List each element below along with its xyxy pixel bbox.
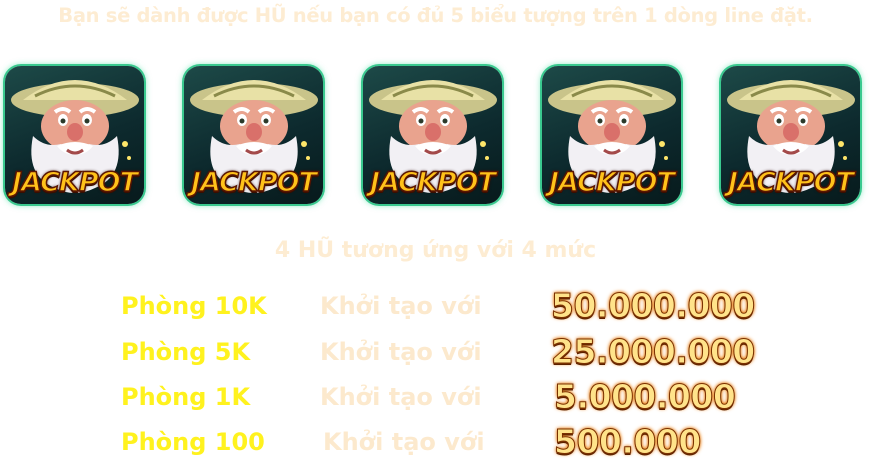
jackpot-label: JACKPOT [727,166,855,199]
intro-text: Bạn sẽ dành được HŨ nếu bạn có đủ 5 biểu… [58,4,813,27]
jackpot-symbol-tile: JACKPOT [542,66,681,204]
tier-room-name: Phòng 5K [121,338,251,366]
tier-room-name: Phòng 10K [121,292,267,320]
jackpot-symbols-row: JACKPOT JACKPOT JACKPOT JACKPOT JACKPOT [5,66,865,204]
tier-init-label: Khởi tạo với [323,428,485,456]
tier-row-1k: Phòng 1K Khởi tạo với 5.000.000 [0,377,871,417]
jackpot-label: JACKPOT [190,166,318,199]
levels-title: 4 HŨ tương ứng với 4 mức [274,238,597,263]
tier-init-label: Khởi tạo với [320,338,482,366]
tier-room-name: Phòng 1K [121,383,251,411]
jackpot-label: JACKPOT [548,166,676,199]
jackpot-symbol-tile: JACKPOT [184,66,323,204]
tier-jackpot-amount: 5.000.000 [553,377,736,417]
tier-row-100: Phòng 100 Khởi tạo với 500.000 [0,422,871,462]
jackpot-symbol-tile: JACKPOT [721,66,860,204]
tier-jackpot-amount: 500.000 [554,422,702,462]
jackpot-symbol-tile: JACKPOT [5,66,144,204]
jackpot-label: JACKPOT [369,166,497,199]
tier-row-5k: Phòng 5K Khởi tạo với 25.000.000 [0,332,871,372]
tier-row-10k: Phòng 10K Khởi tạo với 50.000.000 [0,286,871,326]
tier-init-label: Khởi tạo với [320,292,482,320]
tier-room-name: Phòng 100 [121,428,265,456]
tier-jackpot-amount: 25.000.000 [551,332,756,372]
jackpot-label: JACKPOT [11,166,139,199]
jackpot-symbol-tile: JACKPOT [363,66,502,204]
tier-init-label: Khởi tạo với [320,383,482,411]
tier-jackpot-amount: 50.000.000 [551,286,756,326]
